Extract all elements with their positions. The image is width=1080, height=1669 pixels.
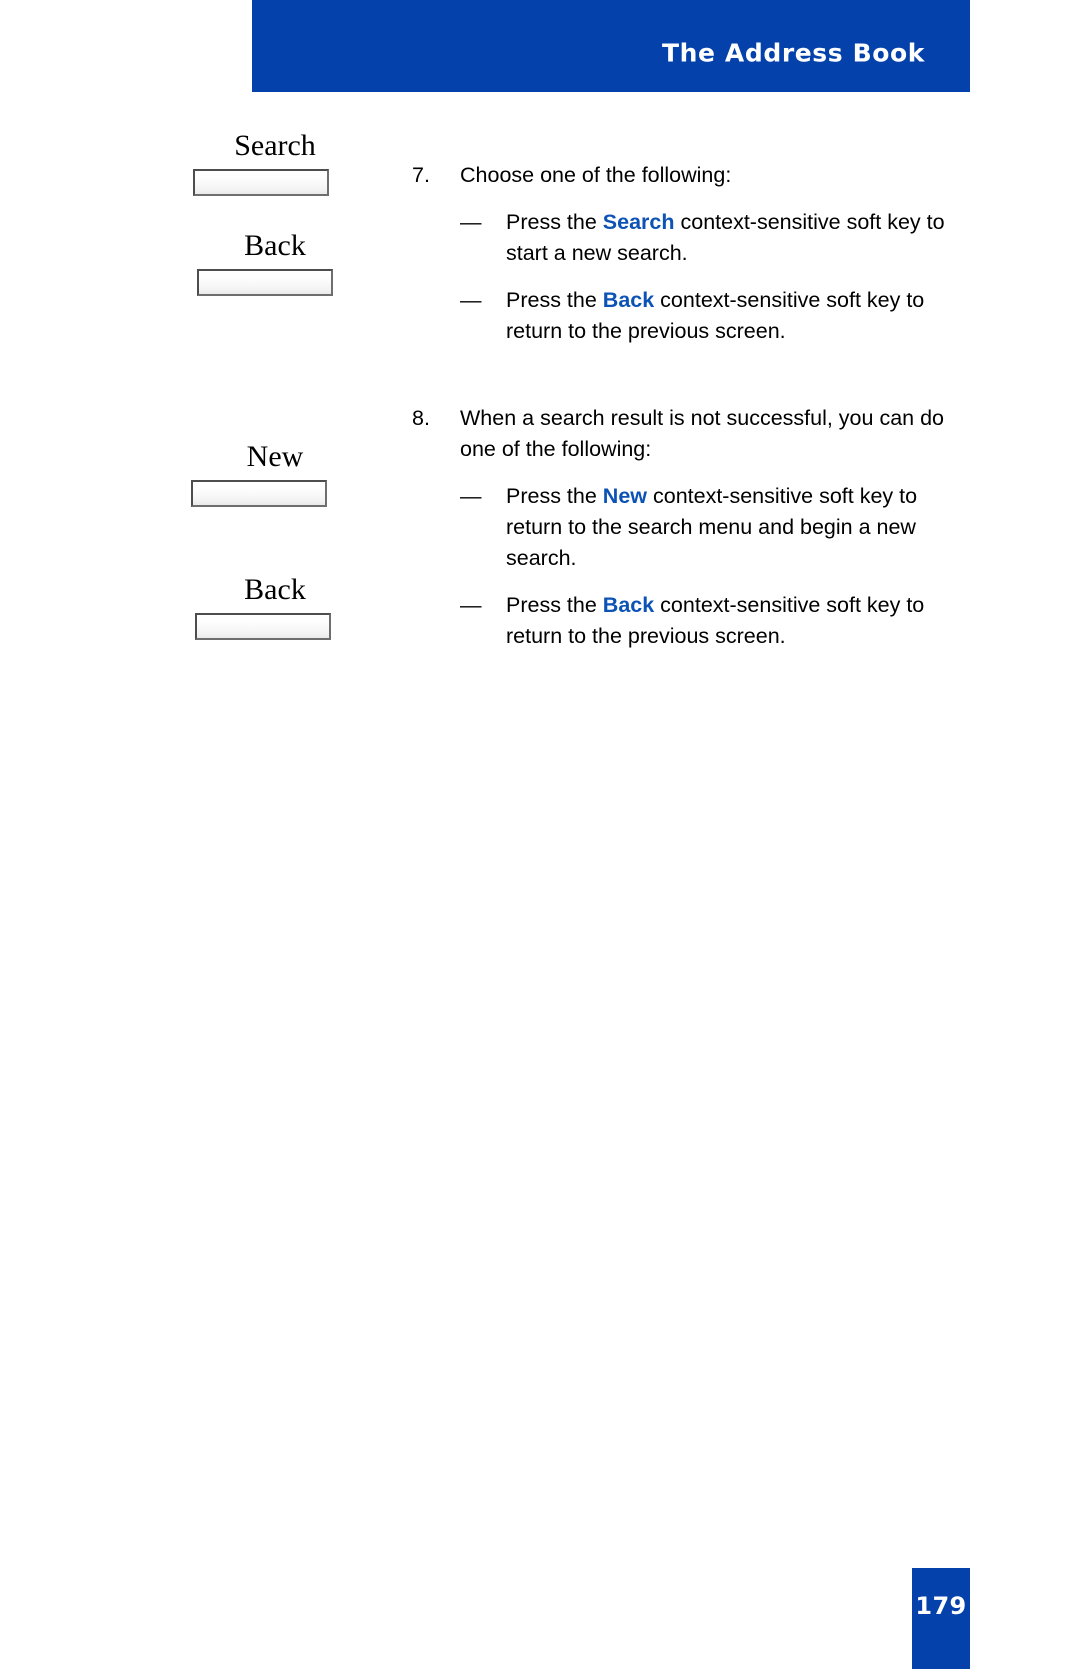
bullet-pre-text: Press the [506, 484, 603, 508]
instruction-body: 7. Choose one of the following: — Press … [412, 160, 952, 668]
softkey-label-back-1: Back [244, 229, 306, 262]
step-7-text: Choose one of the following: [460, 163, 732, 187]
step-8-bullet-1-text: Press the New context-sensitive soft key… [506, 481, 952, 574]
step-spacer [412, 363, 952, 403]
step-8-bullets: — Press the New context-sensitive soft k… [460, 481, 952, 652]
step-8-heading: 8. When a search result is not successfu… [412, 403, 952, 465]
bullet-pre-text: Press the [506, 288, 603, 312]
softkey-button-back-2[interactable] [195, 612, 331, 640]
step-8: 8. When a search result is not successfu… [412, 403, 952, 652]
em-dash-icon: — [460, 288, 482, 312]
softkey-figure-search: Search [160, 130, 390, 196]
softkey-keyword-new: New [602, 484, 648, 508]
em-dash-icon: — [460, 210, 482, 234]
page-title: The Address Book [661, 38, 925, 68]
softkey-keyword-back: Back [602, 288, 655, 312]
softkey-label-search: Search [234, 129, 316, 162]
softkey-label-new: New [246, 440, 304, 473]
step-7-heading: 7. Choose one of the following: [412, 160, 952, 191]
softkey-label-back-2: Back [244, 573, 306, 606]
step-7-bullet-1-text: Press the Search context-sensitive soft … [506, 207, 952, 269]
softkey-keyword-search: Search [602, 210, 675, 234]
step-7-bullet-2: — Press the Back context-sensitive soft … [460, 285, 952, 347]
softkey-button-back-1[interactable] [197, 268, 333, 296]
step-7-bullets: — Press the Search context-sensitive sof… [460, 207, 952, 347]
step-7-bullet-1: — Press the Search context-sensitive sof… [460, 207, 952, 269]
em-dash-icon: — [460, 484, 482, 508]
step-8-bullet-2-text: Press the Back context-sensitive soft ke… [506, 590, 952, 652]
header-banner: The Address Book [252, 0, 970, 92]
softkey-button-search[interactable] [193, 168, 329, 196]
step-8-text: When a search result is not successful, … [460, 406, 944, 461]
softkey-button-new[interactable] [191, 479, 327, 507]
page-number-box: 179 [912, 1568, 970, 1669]
step-7: 7. Choose one of the following: — Press … [412, 160, 952, 347]
softkey-figure-new: New [160, 441, 390, 507]
step-8-number: 8. [412, 406, 430, 430]
softkey-figure-back-1: Back [160, 230, 390, 296]
softkey-keyword-back: Back [602, 593, 655, 617]
em-dash-icon: — [460, 593, 482, 617]
bullet-pre-text: Press the [506, 593, 603, 617]
step-8-bullet-2: — Press the Back context-sensitive soft … [460, 590, 952, 652]
page-number: 179 [915, 1592, 967, 1620]
step-7-number: 7. [412, 163, 430, 187]
bullet-pre-text: Press the [506, 210, 603, 234]
softkey-figure-back-2: Back [160, 574, 390, 640]
step-8-bullet-1: — Press the New context-sensitive soft k… [460, 481, 952, 574]
step-7-bullet-2-text: Press the Back context-sensitive soft ke… [506, 285, 952, 347]
